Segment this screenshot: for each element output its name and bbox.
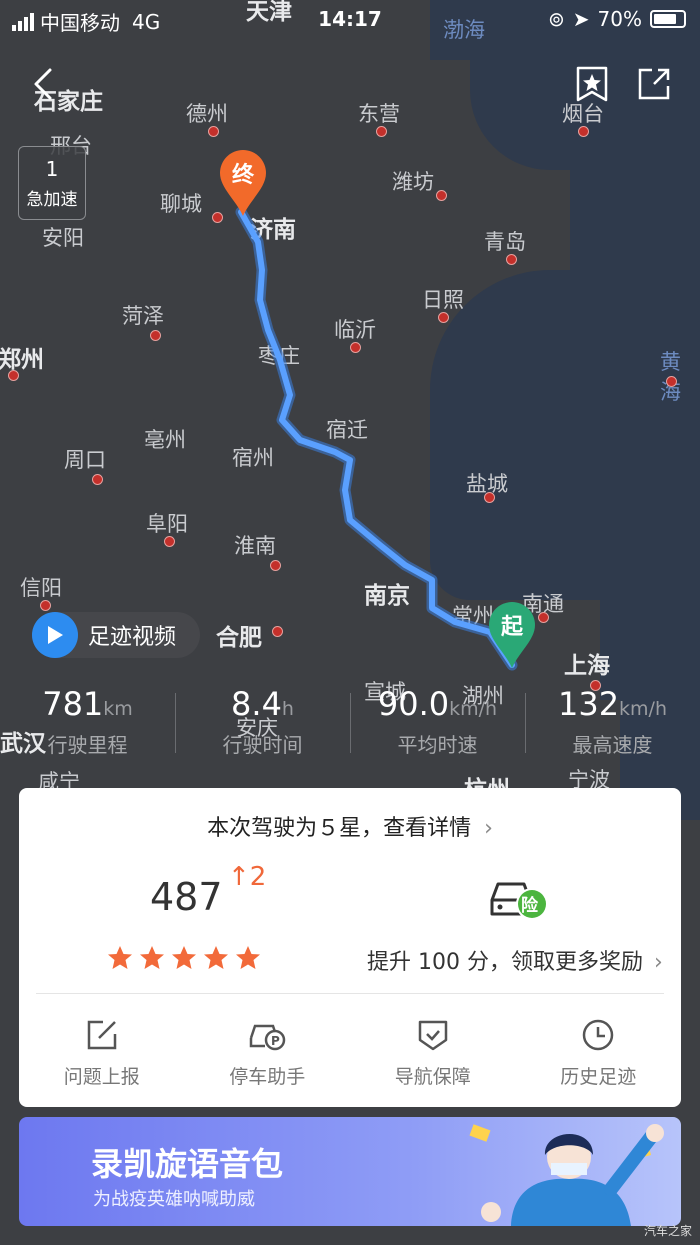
play-icon (32, 612, 78, 658)
svg-text:P: P (271, 1034, 280, 1048)
status-bar: 中国移动 4G 14:17 ⊚ ➤ 70% (0, 0, 700, 40)
edit-icon (87, 1020, 116, 1050)
battery-icon (650, 10, 686, 28)
stat-avg-speed: 90.0km/h 平均时速 (350, 685, 525, 765)
stat-value: 781 (42, 685, 104, 723)
favorite-button[interactable] (572, 64, 612, 104)
banner-title: 录凯旋语音包 (91, 1145, 284, 1183)
stat-value: 8.4 (231, 685, 282, 723)
trip-stats: 781km 行驶里程 8.4h 行驶时间 90.0km/h 平均时速 132km… (0, 685, 700, 765)
tool-label: 导航保障 (394, 1066, 471, 1088)
location-icon: ➤ (572, 7, 590, 31)
star-icon (108, 946, 132, 969)
stat-value: 132 (557, 685, 620, 723)
route-path (235, 206, 518, 671)
star-icon (204, 946, 228, 969)
end-marker-label: 终 (231, 163, 254, 188)
stat-label: 平均时速 (397, 733, 478, 757)
chevron-right-icon: › (653, 950, 663, 975)
voice-pack-banner[interactable]: 录凯旋语音包 为战疫英雄呐喊助威 (19, 1117, 681, 1226)
bookmark-star-icon (576, 66, 608, 102)
share-button[interactable] (634, 64, 674, 104)
banner-subtitle: 为战疫英雄呐喊助威 (93, 1189, 255, 1210)
rotation-lock-icon: ⊚ (548, 7, 565, 31)
stat-label: 最高速度 (572, 733, 653, 757)
score-promo-link[interactable]: 提升 100 分，领取更多奖励 › (367, 944, 663, 976)
share-icon (638, 68, 670, 100)
star-icon (172, 946, 196, 969)
stat-unit: km/h (449, 698, 498, 720)
chevron-right-icon: › (484, 816, 493, 841)
stat-value: 90.0 (377, 685, 450, 723)
score-change-value: 2 (249, 862, 267, 892)
tool-parking-assistant[interactable]: P 停车助手 (185, 1018, 351, 1089)
stat-duration: 8.4h 行驶时间 (175, 685, 350, 765)
tool-bar: 问题上报 P 停车助手 导航保障 历史足迹 (19, 1018, 681, 1089)
tool-history[interactable]: 历史足迹 (516, 1018, 682, 1089)
card-divider (36, 993, 664, 994)
trip-video-label: 足迹视频 (88, 625, 177, 650)
start-marker: 起 (487, 600, 537, 670)
car-icon (490, 882, 548, 920)
score-change: ↑2 (228, 862, 266, 892)
tool-navigation-protection[interactable]: 导航保障 (350, 1018, 516, 1089)
tool-label: 历史足迹 (560, 1066, 637, 1088)
accel-label: 急加速 (26, 190, 78, 210)
watermark: 汽车之家 (643, 1224, 692, 1238)
insurance-badge-label: 险 (521, 896, 538, 916)
clock-icon (583, 1019, 614, 1051)
insurance-car-button[interactable]: 险 (484, 870, 554, 930)
rating-details-text: 本次驾驶为５星，查看详情 (207, 816, 472, 841)
stat-unit: h (281, 698, 294, 720)
tool-label: 问题上报 (63, 1066, 140, 1088)
hard-acceleration-badge[interactable]: 1 急加速 (18, 146, 86, 220)
parking-car-icon: P (250, 1024, 286, 1051)
arrow-up-icon: ↑ (228, 862, 250, 892)
rating-details-link[interactable]: 本次驾驶为５星，查看详情 › (19, 810, 681, 842)
tool-label: 停车助手 (229, 1066, 306, 1088)
shield-check-icon (418, 1020, 447, 1051)
driving-score: 487 (150, 875, 223, 919)
battery-percent: 70% (597, 7, 642, 31)
end-marker: 终 (218, 148, 268, 218)
stat-label: 行驶时间 (222, 733, 303, 757)
stat-max-speed: 132km/h 最高速度 (525, 685, 700, 765)
stat-unit: km (103, 698, 133, 720)
start-marker-label: 起 (500, 615, 523, 640)
accel-count: 1 (45, 157, 59, 181)
stat-label: 行驶里程 (47, 733, 128, 757)
star-rating (107, 945, 261, 971)
trip-video-button[interactable]: 足迹视频 (32, 612, 200, 658)
nurse-illustration (469, 1124, 664, 1226)
tool-report-issue[interactable]: 问题上报 (19, 1018, 185, 1089)
stat-distance: 781km 行驶里程 (0, 685, 175, 765)
stat-unit: km/h (619, 698, 668, 720)
back-button[interactable] (26, 64, 66, 104)
star-icon (140, 946, 164, 969)
star-icon (236, 946, 260, 969)
score-promo-text: 提升 100 分，领取更多奖励 (367, 950, 643, 975)
